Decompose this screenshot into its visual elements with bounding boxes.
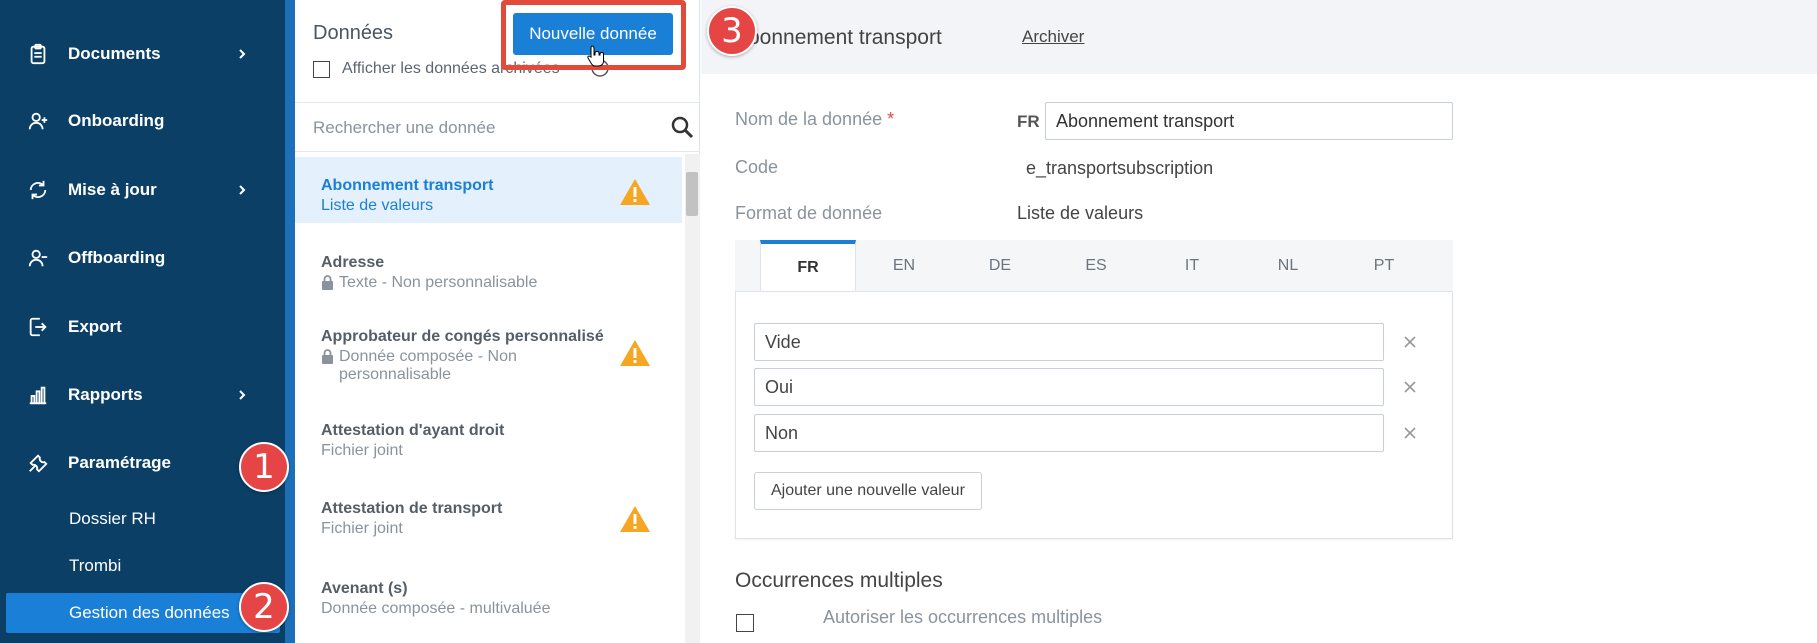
export-icon (26, 315, 50, 339)
warning-icon (620, 506, 650, 532)
sidebar-item-label: Onboarding (68, 111, 165, 130)
sidebar-item-label: Export (68, 317, 122, 336)
search-bar (295, 102, 700, 152)
show-archived-checkbox[interactable] (313, 60, 330, 78)
sidebar-item-label: Mise à jour (68, 180, 157, 199)
list-item-title: Avenant (s) (321, 580, 408, 597)
code-label: Code (735, 157, 779, 177)
occurrences-title: Occurrences multiples (735, 569, 943, 592)
data-name-input[interactable] (1045, 102, 1453, 140)
tab-en[interactable]: EN (856, 240, 952, 292)
sidebar-item-label: Paramétrage (68, 453, 172, 472)
list-item-subtitle-text: Texte - Non personnalisable (339, 274, 538, 291)
refresh-icon (26, 178, 50, 202)
sidebar-subitem-label: Gestion des données (69, 603, 230, 622)
tab-de[interactable]: DE (952, 240, 1048, 292)
sidebar-item-onboarding[interactable]: Onboarding (0, 101, 285, 141)
sidebar-subitem-trombi[interactable]: Trombi (0, 546, 285, 586)
language-prefix: FR (1017, 112, 1040, 131)
values-panel: Ajouter une nouvelle valeur (735, 291, 1453, 539)
user-plus-icon (26, 109, 50, 133)
list-item-subtitle: Donnée composée - multivaluée (321, 600, 682, 618)
data-list: Abonnement transport Liste de valeurs Ad… (295, 154, 682, 643)
sidebar-subitem-label: Dossier RH (69, 509, 156, 528)
sidebar-item-label: Rapports (68, 385, 143, 404)
close-icon[interactable] (1402, 334, 1418, 350)
tab-it[interactable]: IT (1144, 240, 1240, 292)
sidebar-item-rapports[interactable]: Rapports (0, 375, 285, 415)
required-mark: * (887, 109, 895, 129)
sidebar-item-documents[interactable]: Documents (0, 34, 285, 74)
name-field-label: Nom de la donnée * (735, 109, 894, 130)
list-item[interactable]: Avenant (s) Donnée composée - multivalué… (295, 566, 682, 632)
chevron-right-icon (239, 185, 246, 195)
callout-badge: 1 (239, 442, 289, 492)
tab-nl[interactable]: NL (1240, 240, 1336, 292)
list-item[interactable]: Abonnement transport Liste de valeurs (295, 157, 682, 223)
warning-icon (620, 179, 650, 205)
name-label-text: Nom de la donnée (735, 109, 883, 129)
list-item[interactable]: Approbateur de congés personnalisé Donné… (295, 312, 682, 392)
list-item-subtitle-text: Fichier joint (321, 520, 403, 537)
format-label: Format de donnée (735, 203, 883, 223)
bar-chart-icon (26, 383, 50, 407)
multiple-occurrences-checkbox[interactable] (736, 614, 754, 632)
panel-title: Données (313, 22, 394, 44)
list-item[interactable]: Adresse Texte - Non personnalisable (295, 234, 682, 300)
sidebar: Documents Onboarding Mise à jour Offboar… (0, 0, 285, 643)
sidebar-subitem-label: Trombi (69, 556, 122, 575)
archive-link[interactable]: Archiver (1022, 27, 1084, 47)
tab-fr[interactable]: FR (760, 240, 856, 292)
callout-badge: 2 (239, 582, 289, 632)
warning-icon (620, 340, 650, 366)
close-icon[interactable] (1402, 379, 1418, 395)
chevron-right-icon (239, 49, 246, 59)
list-item-title: Attestation d'ayant droit (321, 422, 505, 439)
sidebar-item-label: Offboarding (68, 248, 166, 267)
list-item[interactable]: Attestation de transport Fichier joint (295, 486, 682, 552)
format-value: Liste de valeurs (1017, 203, 1144, 223)
list-item[interactable]: Attestation d'ayant droit Fichier joint (295, 408, 682, 474)
sidebar-item-offboarding[interactable]: Offboarding (0, 238, 285, 278)
sidebar-item-export[interactable]: Export (0, 307, 285, 347)
tab-es[interactable]: ES (1048, 240, 1144, 292)
language-tabs: FR EN DE ES IT NL PT (735, 240, 1453, 292)
hand-cursor-icon (587, 45, 604, 67)
list-item-subtitle: Fichier joint (321, 442, 682, 460)
sidebar-item-mise-a-jour[interactable]: Mise à jour (0, 170, 285, 210)
list-item-subtitle-text: Donnée composée - multivaluée (321, 600, 551, 617)
list-item-subtitle: Texte - Non personnalisable (321, 274, 682, 292)
value-input[interactable] (754, 368, 1384, 406)
clipboard-icon (26, 42, 50, 66)
list-scrollbar-thumb[interactable] (686, 172, 698, 216)
code-value: e_transportsubscription (1026, 158, 1214, 178)
user-minus-icon (26, 246, 50, 270)
search-input[interactable] (313, 116, 643, 140)
chevron-right-icon (239, 390, 246, 400)
sidebar-subitem-dossier-rh[interactable]: Dossier RH (0, 499, 285, 539)
lock-icon (322, 275, 333, 290)
callout-badge: 3 (707, 6, 757, 56)
list-item-subtitle-text: Liste de valeurs (321, 197, 434, 214)
list-item-title: Adresse (321, 254, 385, 271)
multiple-occurrences-label: Autoriser les occurrences multiples (823, 607, 1103, 627)
close-icon[interactable] (1402, 425, 1418, 441)
tab-pt[interactable]: PT (1336, 240, 1432, 292)
list-item-subtitle-text: Donnée composée - Non personnalisable (339, 348, 517, 383)
value-input[interactable] (754, 323, 1384, 361)
value-input[interactable] (754, 414, 1384, 452)
detail-title: Abonnement transport (734, 26, 942, 49)
list-item-subtitle-text: Fichier joint (321, 442, 403, 459)
list-scrollbar[interactable] (685, 154, 700, 643)
lock-icon (322, 349, 333, 364)
sidebar-item-label: Documents (68, 44, 161, 63)
search-icon[interactable] (670, 115, 694, 139)
add-value-button[interactable]: Ajouter une nouvelle valeur (754, 472, 982, 510)
tools-icon (26, 451, 50, 475)
sidebar-edge (285, 0, 295, 643)
